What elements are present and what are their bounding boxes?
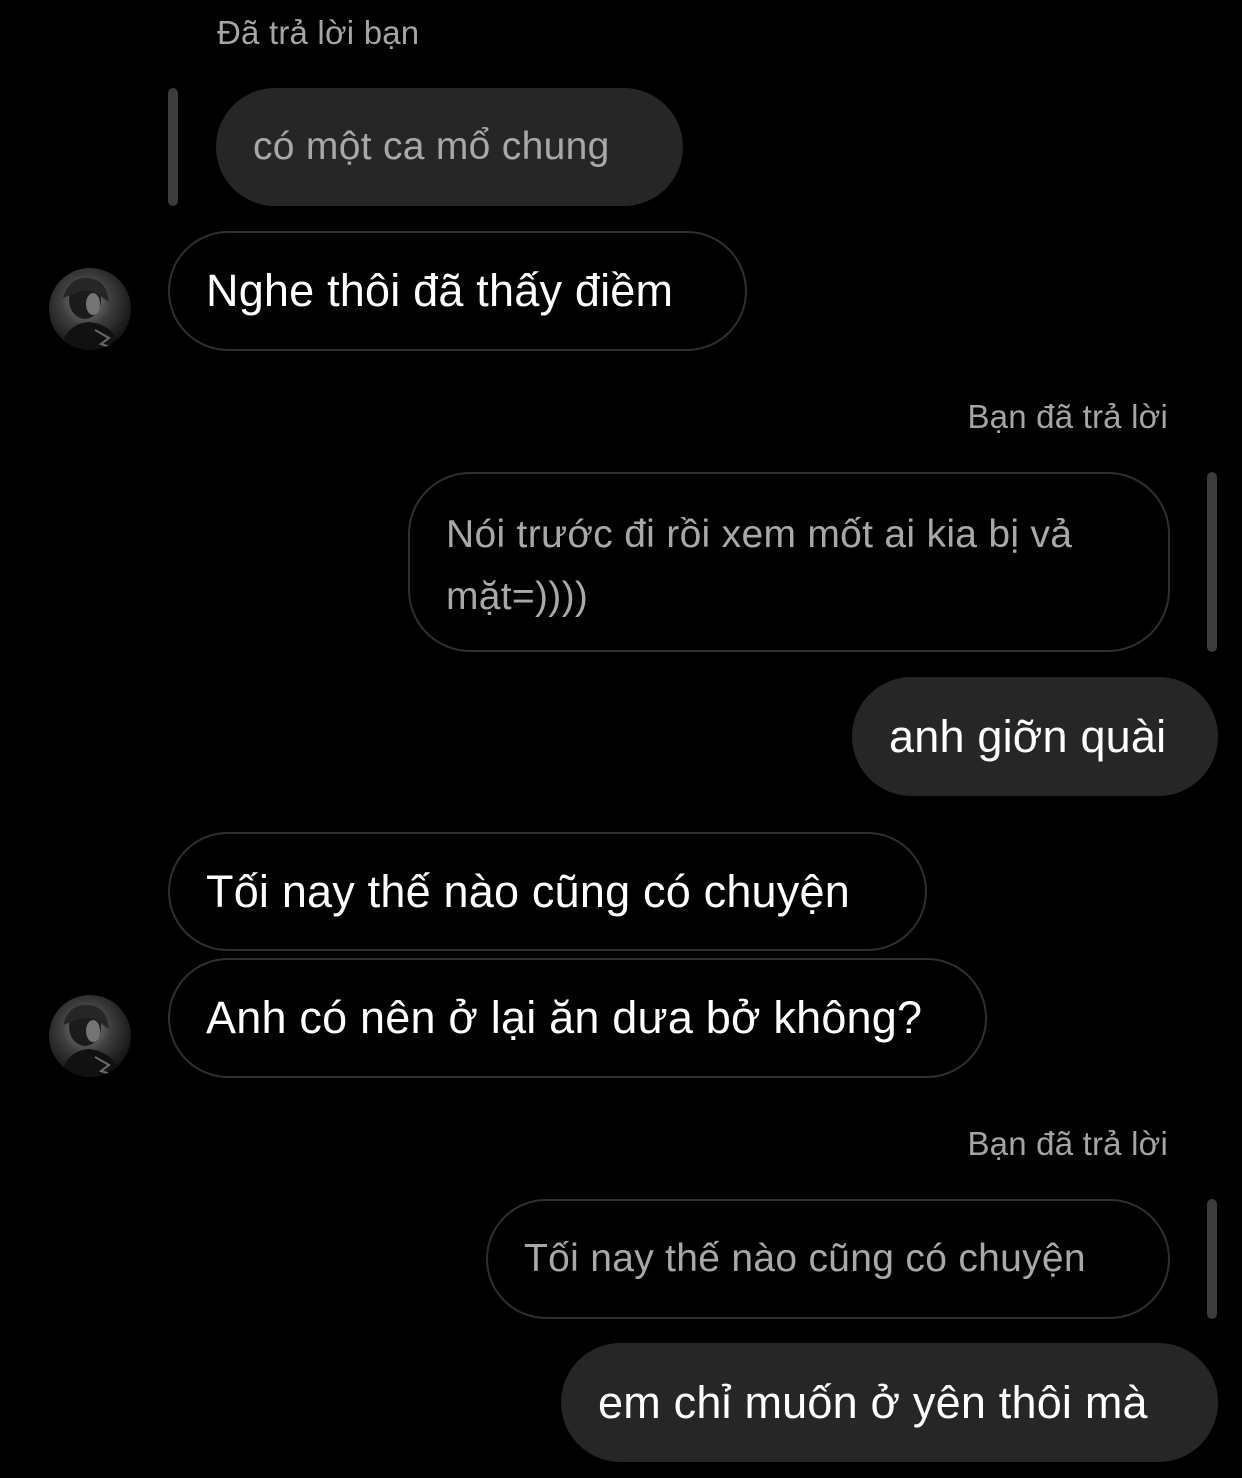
contact-avatar[interactable] <box>49 995 131 1077</box>
reply-quote-bar <box>168 88 178 206</box>
quoted-message-line: Nói trước đi rồi xem mốt ai kia bị vả <box>446 513 1073 556</box>
reply-label-incoming: Đã trả lời bạn <box>217 14 420 51</box>
quoted-message-bubble[interactable]: Tối nay thế nào cũng có chuyện <box>486 1199 1170 1319</box>
reply-label-outgoing: Bạn đã trả lời <box>967 1125 1168 1162</box>
incoming-message-bubble[interactable]: Anh có nên ở lại ăn dưa bở không? <box>168 958 987 1078</box>
avatar-photo-icon <box>61 1004 123 1077</box>
message-text: anh giỡn quài <box>889 710 1167 762</box>
avatar-photo-icon <box>61 277 123 350</box>
message-text: Anh có nên ở lại ăn dưa bở không? <box>206 992 923 1043</box>
outgoing-message-bubble[interactable]: anh giỡn quài <box>852 677 1218 796</box>
quoted-message-line: mặt=)))) <box>446 575 589 618</box>
quoted-message-text-block: Nói trước đi rồi xem mốt ai kia bị vả mặ… <box>446 504 1072 628</box>
quoted-message-bubble[interactable]: Nói trước đi rồi xem mốt ai kia bị vả mặ… <box>408 472 1170 652</box>
message-text: em chỉ muốn ở yên thôi mà <box>598 1376 1148 1428</box>
reply-label-outgoing: Bạn đã trả lời <box>967 398 1168 435</box>
contact-avatar[interactable] <box>49 268 131 350</box>
outgoing-message-bubble[interactable]: em chỉ muốn ở yên thôi mà <box>561 1343 1218 1462</box>
quoted-message-bubble[interactable]: có một ca mổ chung <box>216 88 683 206</box>
quoted-message-text: Tối nay thế nào cũng có chuyện <box>524 1237 1086 1280</box>
incoming-message-bubble[interactable]: Tối nay thế nào cũng có chuyện <box>168 832 927 951</box>
message-text: Tối nay thế nào cũng có chuyện <box>206 865 850 917</box>
quoted-message-text: có một ca mổ chung <box>253 125 610 168</box>
reply-quote-bar <box>1207 472 1217 652</box>
reply-quote-bar <box>1207 1199 1217 1319</box>
incoming-message-bubble[interactable]: Nghe thôi đã thấy điềm <box>168 231 747 351</box>
message-text: Nghe thôi đã thấy điềm <box>206 265 674 316</box>
